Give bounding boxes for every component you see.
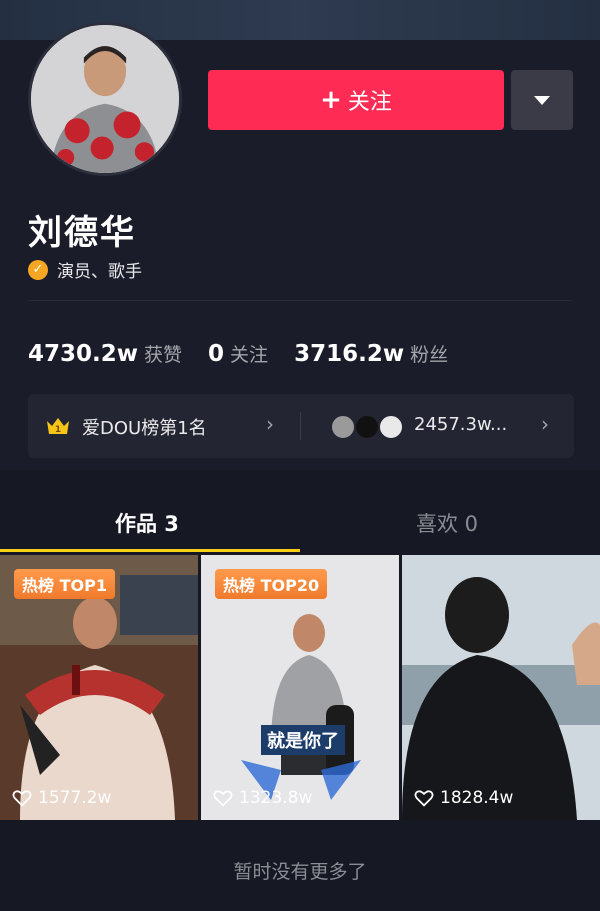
follow-label: 关注 [347, 90, 392, 115]
fan-avatar [354, 414, 380, 440]
verification-row: ✓ 演员、歌手 [28, 257, 142, 282]
video-card[interactable]: 1828.4w [402, 555, 600, 820]
crown-icon: 1 [47, 418, 69, 435]
avatar[interactable] [28, 22, 182, 176]
no-more-text: 暂时没有更多了 [233, 861, 367, 883]
like-count: 1323.8w [239, 788, 313, 808]
avatar-image [31, 25, 179, 173]
video-thumbnail [402, 555, 600, 820]
heart-outline-icon [12, 790, 32, 807]
profile-name: 刘德华 [28, 213, 136, 253]
like-count-row: 1323.8w [213, 788, 312, 808]
video-caption: 就是你了 [261, 725, 345, 755]
tab-works[interactable]: 作品 3 [115, 508, 179, 538]
tab-underline [0, 549, 300, 552]
like-count-row: 1828.4w [414, 788, 513, 808]
video-grid: 热榜 TOP1 1577.2w 热榜 TOP20 就是你了 1323.8w 18… [0, 555, 600, 820]
fan-avatar [330, 414, 356, 440]
divider [28, 300, 572, 301]
crown-number: 1 [55, 425, 61, 435]
stat-value: 3716.2w [294, 341, 405, 367]
like-count: 1577.2w [38, 788, 112, 808]
plus-icon: + [320, 85, 342, 115]
fan-avatar [378, 414, 404, 440]
chevron-right-icon: › [266, 412, 274, 436]
triangle-down-icon [534, 95, 550, 105]
verified-check-icon: ✓ [28, 259, 48, 280]
stat-label: 粉丝 [410, 344, 449, 366]
more-options-button[interactable] [511, 70, 573, 130]
rank-bar: 1 爱DOU榜第1名 › 2457.3w... › [28, 394, 574, 458]
video-card[interactable]: 热榜 TOP20 就是你了 1323.8w [201, 555, 399, 820]
fan-avatars [330, 414, 406, 440]
like-count: 1828.4w [440, 788, 514, 808]
heart-outline-icon [414, 790, 434, 807]
stat-label: 获赞 [144, 344, 183, 366]
fans-link[interactable]: 2457.3w... › [301, 394, 574, 458]
hot-badge: 热榜 TOP20 [215, 569, 328, 599]
heart-outline-icon [213, 790, 233, 807]
rank-link[interactable]: 1 爱DOU榜第1名 › [28, 394, 300, 458]
follow-button[interactable]: + 关注 [208, 70, 504, 130]
stat-label: 关注 [230, 344, 269, 366]
stat-following[interactable]: 0 关注 [208, 340, 268, 367]
stat-value: 4730.2w [28, 341, 139, 367]
stat-followers[interactable]: 3716.2w 粉丝 [294, 340, 448, 367]
fans-count: 2457.3w... [414, 414, 508, 435]
stat-value: 0 [208, 341, 225, 367]
rank-label: 爱DOU榜第1名 [82, 418, 207, 439]
video-card[interactable]: 热榜 TOP1 1577.2w [0, 555, 198, 820]
tab-bar: 作品 3 喜欢 0 [0, 490, 600, 550]
like-count-row: 1577.2w [12, 788, 111, 808]
stat-likes[interactable]: 4730.2w 获赞 [28, 340, 182, 367]
tab-likes[interactable]: 喜欢 0 [416, 508, 478, 538]
chevron-right-icon: › [541, 412, 549, 436]
verification-text: 演员、歌手 [57, 262, 142, 282]
stats-row: 4730.2w 获赞 0 关注 3716.2w 粉丝 [28, 340, 474, 367]
hot-badge: 热榜 TOP1 [14, 569, 115, 599]
